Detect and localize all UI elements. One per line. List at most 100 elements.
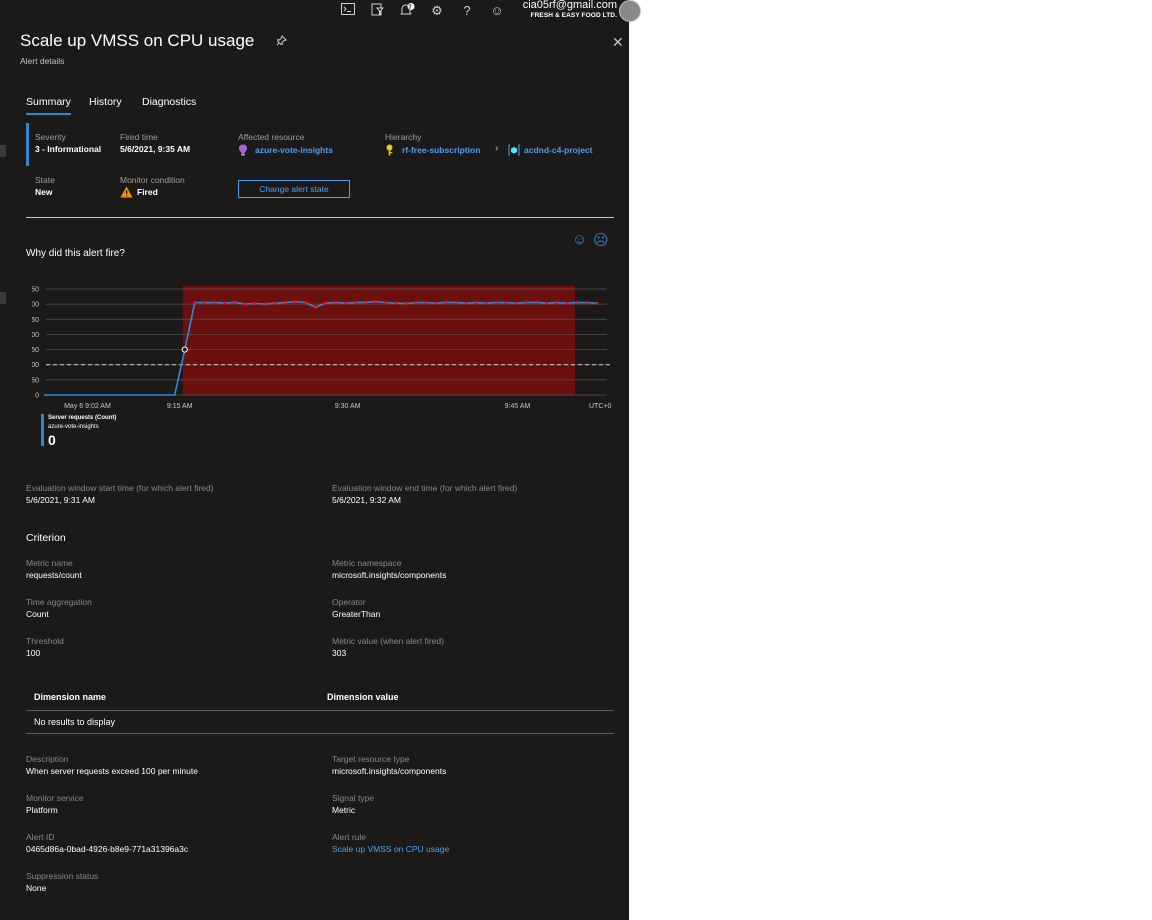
data-point bbox=[243, 302, 247, 306]
frown-feedback-icon[interactable]: ☹ bbox=[593, 231, 609, 249]
hierarchy-subscription-link[interactable]: rf-free-subscription bbox=[402, 145, 480, 155]
data-point bbox=[233, 300, 237, 304]
hierarchy-label: Hierarchy bbox=[385, 132, 422, 142]
warning-icon bbox=[120, 185, 133, 203]
alert-id-value: 0465d86a-0bad-4926-b8e9-771a31396a3c bbox=[26, 844, 189, 854]
blade-subtitle: Alert details bbox=[20, 56, 65, 66]
alert-rule-link[interactable]: Scale up VMSS on CPU usage bbox=[332, 844, 449, 854]
data-point bbox=[414, 301, 418, 305]
eval-start-label: Evaluation window start time (for which … bbox=[26, 483, 214, 493]
tab-history[interactable]: History bbox=[89, 96, 122, 108]
smile-feedback-icon[interactable]: ☺ bbox=[572, 231, 587, 248]
alert-id-label: Alert ID bbox=[26, 832, 55, 842]
operator-value: GreaterThan bbox=[332, 609, 381, 619]
tab-diagnostics[interactable]: Diagnostics bbox=[142, 96, 196, 108]
description-label: Description bbox=[26, 754, 69, 764]
alert-rule-label: Alert rule bbox=[332, 832, 367, 842]
feedback-icon[interactable]: ☺ bbox=[488, 3, 506, 19]
data-point bbox=[213, 301, 217, 305]
pin-icon[interactable] bbox=[276, 35, 287, 49]
portal-top-bar: 7 ⚙ ? ☺ cia05rf@gmail.com FRESH & EASY F… bbox=[6, 0, 629, 22]
data-point bbox=[193, 301, 197, 305]
x-tick-label: May 6 9:02 AM bbox=[64, 403, 111, 410]
alert-details-blade: Scale up VMSS on CPU usage Alert details… bbox=[6, 22, 629, 920]
time-aggregation-label: Time aggregation bbox=[26, 597, 92, 607]
x-tick-label: 9:45 AM bbox=[505, 403, 531, 410]
section-divider bbox=[26, 217, 614, 218]
data-point bbox=[444, 300, 448, 304]
user-directory[interactable]: FRESH & EASY FOOD LTD. bbox=[531, 12, 617, 19]
settings-icon[interactable]: ⚙ bbox=[428, 3, 446, 19]
notifications-icon[interactable]: 7 bbox=[398, 3, 416, 19]
data-point bbox=[394, 301, 398, 305]
cloud-shell-icon[interactable] bbox=[339, 3, 357, 19]
directory-filter-icon[interactable] bbox=[368, 3, 386, 19]
affected-resource-label: Affected resource bbox=[238, 132, 305, 142]
change-alert-state-button[interactable]: Change alert state bbox=[238, 180, 350, 198]
y-tick-label: 250 bbox=[32, 317, 39, 324]
user-email[interactable]: cia05rf@gmail.com bbox=[523, 0, 617, 11]
data-point bbox=[344, 301, 348, 305]
help-icon[interactable]: ? bbox=[458, 3, 476, 19]
data-point bbox=[424, 301, 428, 305]
data-point bbox=[595, 301, 599, 305]
data-point bbox=[293, 300, 297, 304]
y-tick-label: 300 bbox=[32, 302, 39, 309]
data-point bbox=[504, 301, 509, 305]
hierarchy-resource-group-link[interactable]: acdnd-c4-project bbox=[524, 145, 593, 155]
data-point bbox=[404, 301, 408, 306]
data-point bbox=[273, 301, 277, 305]
data-point bbox=[524, 301, 529, 305]
metric-namespace-label: Metric namespace bbox=[332, 558, 402, 568]
app-insights-icon bbox=[238, 143, 248, 161]
x-tick-label: 9:30 AM bbox=[335, 403, 361, 410]
dimension-name-header: Dimension name bbox=[34, 692, 107, 702]
suppression-status-value: None bbox=[26, 883, 47, 893]
data-point bbox=[384, 301, 388, 305]
metric-value-label: Metric value (when alert fired) bbox=[332, 636, 444, 646]
metric-name-value: requests/count bbox=[26, 570, 82, 580]
eval-end-value: 5/6/2021, 9:32 AM bbox=[332, 495, 401, 505]
avatar[interactable] bbox=[619, 0, 641, 22]
eval-start-value: 5/6/2021, 9:31 AM bbox=[26, 495, 95, 505]
x-tick-label: 9:15 AM bbox=[167, 403, 193, 410]
y-tick-label: 100 bbox=[32, 362, 39, 369]
monitor-service-value: Platform bbox=[26, 805, 58, 815]
hover-point bbox=[181, 346, 188, 353]
description-value: When server requests exceed 100 per minu… bbox=[26, 766, 198, 776]
dimensions-empty-message: No results to display bbox=[34, 717, 116, 727]
affected-resource-link[interactable]: azure-vote-insights bbox=[255, 145, 333, 155]
legend-metric-name: Server requests (Count) bbox=[48, 415, 117, 421]
subscription-key-icon bbox=[385, 143, 394, 161]
blade-title: Scale up VMSS on CPU usage bbox=[20, 31, 255, 50]
criterion-heading: Criterion bbox=[26, 532, 66, 544]
table-bottom-divider bbox=[26, 733, 614, 734]
alert-essentials: Severity 3 - Informational Fired time 5/… bbox=[26, 123, 614, 219]
data-point bbox=[434, 301, 438, 305]
monitor-service-label: Monitor service bbox=[26, 793, 84, 803]
signal-type-value: Metric bbox=[332, 805, 356, 815]
time-aggregation-value: Count bbox=[26, 609, 49, 619]
data-point bbox=[454, 301, 458, 305]
data-point bbox=[575, 301, 579, 305]
eval-end-label: Evaluation window end time (for which al… bbox=[332, 483, 518, 493]
metric-namespace-value: microsoft.insights/components bbox=[332, 570, 447, 580]
data-point bbox=[283, 301, 287, 305]
data-point bbox=[303, 301, 307, 305]
close-icon[interactable]: ✕ bbox=[612, 35, 624, 49]
legend-value: 0 bbox=[48, 432, 56, 448]
data-point bbox=[535, 300, 539, 304]
notification-count-badge: 7 bbox=[408, 5, 412, 11]
threshold-value: 100 bbox=[26, 648, 41, 658]
data-point bbox=[514, 301, 519, 305]
operator-label: Operator bbox=[332, 597, 366, 607]
y-tick-label: 150 bbox=[32, 347, 39, 354]
data-point bbox=[464, 301, 468, 305]
tab-summary[interactable]: Summary bbox=[26, 96, 71, 115]
data-point bbox=[494, 301, 499, 305]
severity-accent-bar bbox=[26, 123, 29, 166]
data-point bbox=[484, 301, 488, 305]
data-point bbox=[364, 300, 368, 304]
severity-value: 3 - Informational bbox=[35, 144, 102, 154]
data-point bbox=[253, 301, 257, 306]
